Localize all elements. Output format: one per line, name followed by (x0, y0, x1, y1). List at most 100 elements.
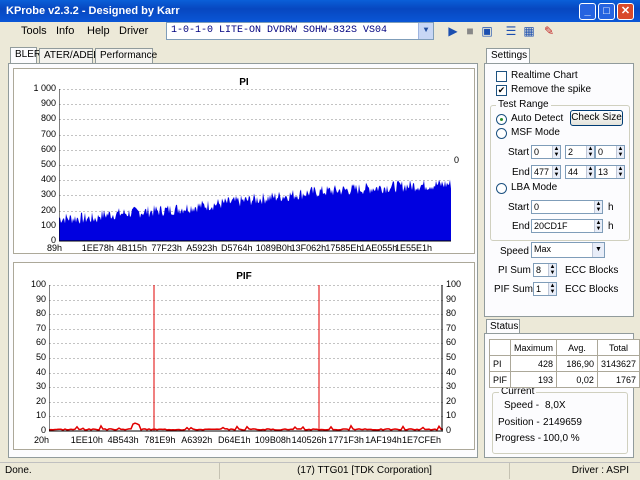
msf-end-min[interactable]: 477 ▲ ▼ (531, 165, 561, 179)
msf-start-min[interactable]: 0 ▲ ▼ (531, 145, 561, 159)
pif-x-tick: 4B543h (107, 435, 139, 445)
menu-tools[interactable]: Tools (21, 25, 47, 37)
msf-end-frame[interactable]: 13 ▲ ▼ (595, 165, 625, 179)
pi-y-tick: 300 (40, 189, 56, 200)
speed-select[interactable]: Max ▼ (531, 242, 605, 258)
minimize-button[interactable]: _ (579, 3, 596, 20)
current-progress-value: 100,0 % (543, 433, 580, 444)
pif-y-tick-right: 40 (446, 366, 457, 377)
status-bar: Done. (17) TTG01 [TDK Corporation] Drive… (0, 462, 640, 480)
pif-y-tick: 90 (35, 293, 46, 304)
pif-y-tick-right: 10 (446, 410, 457, 421)
speed-label: Speed (500, 246, 529, 257)
msf-start-frame[interactable]: 0 ▲ ▼ (595, 145, 625, 159)
play-icon[interactable]: ▶ (444, 22, 462, 40)
window-title: KProbe v2.3.2 - Designed by Karr (6, 5, 180, 17)
pif-line (49, 422, 443, 431)
msf-start-sec-value: 2 (568, 147, 574, 157)
pif-sum-input[interactable]: 1 ▲ ▼ (533, 282, 557, 296)
msf-mode-label: MSF Mode (511, 127, 560, 138)
close-button[interactable]: ✕ (617, 3, 634, 20)
realtime-checkbox[interactable] (496, 71, 507, 82)
pif-x-tick: A6392h (181, 435, 213, 445)
msf-mode-radio[interactable] (496, 128, 507, 139)
tab-bler[interactable]: BLER (10, 47, 41, 64)
pif-chart-title: PIF (236, 271, 252, 282)
tab-settings[interactable]: Settings (486, 48, 530, 64)
pi-y-tick: 1 000 (33, 83, 56, 93)
lba-mode-radio[interactable] (496, 183, 507, 194)
lba-end-input[interactable]: 20CD1F ▲ ▼ (531, 219, 603, 233)
pif-y-tick-right: 30 (446, 381, 457, 392)
msf-start-frame-value: 0 (598, 147, 604, 157)
pi-plot (59, 89, 451, 242)
title-bar: KProbe v2.3.2 - Designed by Karr (0, 0, 640, 22)
grid-icon[interactable]: ▦ (520, 22, 538, 40)
check-size-button[interactable]: Check Size (570, 110, 623, 126)
pif-sum-unit: ECC Blocks (565, 284, 619, 295)
pi-x-tick: 17585Eh (325, 243, 362, 253)
stop-icon[interactable]: ■ (461, 22, 479, 40)
pif-y-tick-right: 20 (446, 395, 457, 406)
pif-x-tick: 20h (34, 435, 50, 445)
status-header-total: Total (596, 339, 640, 356)
pi-y-tick: 600 (40, 143, 56, 154)
remove-spike-checkbox[interactable]: ✔ (496, 85, 507, 96)
layout-icon[interactable]: ☰ (502, 22, 520, 40)
pif-gridlines (49, 285, 443, 417)
msf-start-label: Start (508, 147, 530, 158)
pi-x-tick: 1AE055h (360, 243, 398, 253)
chart-panel: PI 1 000 900 800 700 600 500 400 300 200 100 0 89h… (8, 63, 478, 458)
save-icon[interactable]: ▣ (478, 22, 496, 40)
maximize-button[interactable]: □ (598, 3, 615, 20)
current-position-value: 2149659 (543, 417, 582, 428)
pif-plot (49, 285, 443, 432)
pif-y-tick: 100 (30, 279, 46, 289)
status-row-pif: PIF 193 0,02 1767 (488, 371, 640, 388)
pi-x-tick: 1E55E1h (395, 243, 433, 253)
menu-info[interactable]: Info (56, 25, 74, 37)
chevron-down-icon[interactable]: ▼ (418, 23, 433, 39)
chevron-down-icon[interactable]: ▼ (592, 243, 604, 257)
status-header-blank (488, 339, 512, 356)
pi-x-tick: 89h (47, 243, 63, 253)
tab-ater-ader[interactable]: ATER/ADER (39, 48, 101, 63)
auto-detect-radio[interactable] (496, 114, 507, 125)
status-pi-total: 3143627 (596, 355, 640, 372)
pif-y-tick-right: 0 (446, 425, 452, 435)
status-bar-message: Done. (0, 463, 220, 479)
menu-help[interactable]: Help (87, 25, 110, 37)
pif-y-tick-right: 50 (446, 352, 457, 362)
current-progress-label: Progress - (495, 433, 542, 444)
msf-start-sec[interactable]: 2 ▲ ▼ (565, 145, 595, 159)
status-row-pi: PI 428 186,90 3143627 (488, 355, 640, 372)
pi-y-tick: 700 (40, 128, 56, 139)
pi-area (59, 179, 451, 241)
current-speed-label: Speed - (504, 400, 540, 411)
pif-chart: PIF 100 100 90 90 80 80 70 70 60 60 50 50 40 40 30 30 20… (13, 262, 475, 450)
pif-y-tick-right: 90 (446, 293, 457, 304)
pi-sum-input[interactable]: 8 ▲ ▼ (533, 263, 557, 277)
tab-status[interactable]: Status (486, 319, 520, 334)
pif-x-tick: 1EE10h (70, 435, 103, 445)
menu-driver[interactable]: Driver (119, 25, 148, 37)
pif-y-tick-right: 80 (446, 308, 457, 319)
status-header-row: Maximum Avg. Total (488, 339, 640, 356)
remove-spike-label: Remove the spike (511, 84, 592, 95)
lba-start-value: 0 (534, 202, 540, 212)
realtime-label: Realtime Chart (511, 70, 578, 81)
pif-y-tick: 0 (40, 425, 46, 435)
pif-x-tick: 1AF194h (365, 435, 402, 445)
pif-y-tick: 30 (35, 381, 46, 392)
probe-icon[interactable]: ✎ (540, 22, 558, 40)
test-range-label: Test Range (496, 99, 551, 110)
tab-performance[interactable]: Performance (95, 48, 157, 63)
status-pi-max: 428 (510, 355, 558, 372)
msf-end-min-value: 477 (534, 167, 550, 177)
lba-start-input[interactable]: 0 ▲ ▼ (531, 200, 603, 214)
lba-start-unit: h (608, 202, 614, 213)
drive-select[interactable]: 1-0-1-0 LITE-ON DVDRW SOHW-832S VS04 ▼ (166, 22, 434, 40)
msf-end-frame-value: 13 (598, 167, 609, 177)
speed-select-value: Max (534, 244, 552, 254)
msf-end-sec[interactable]: 44 ▲ ▼ (565, 165, 595, 179)
